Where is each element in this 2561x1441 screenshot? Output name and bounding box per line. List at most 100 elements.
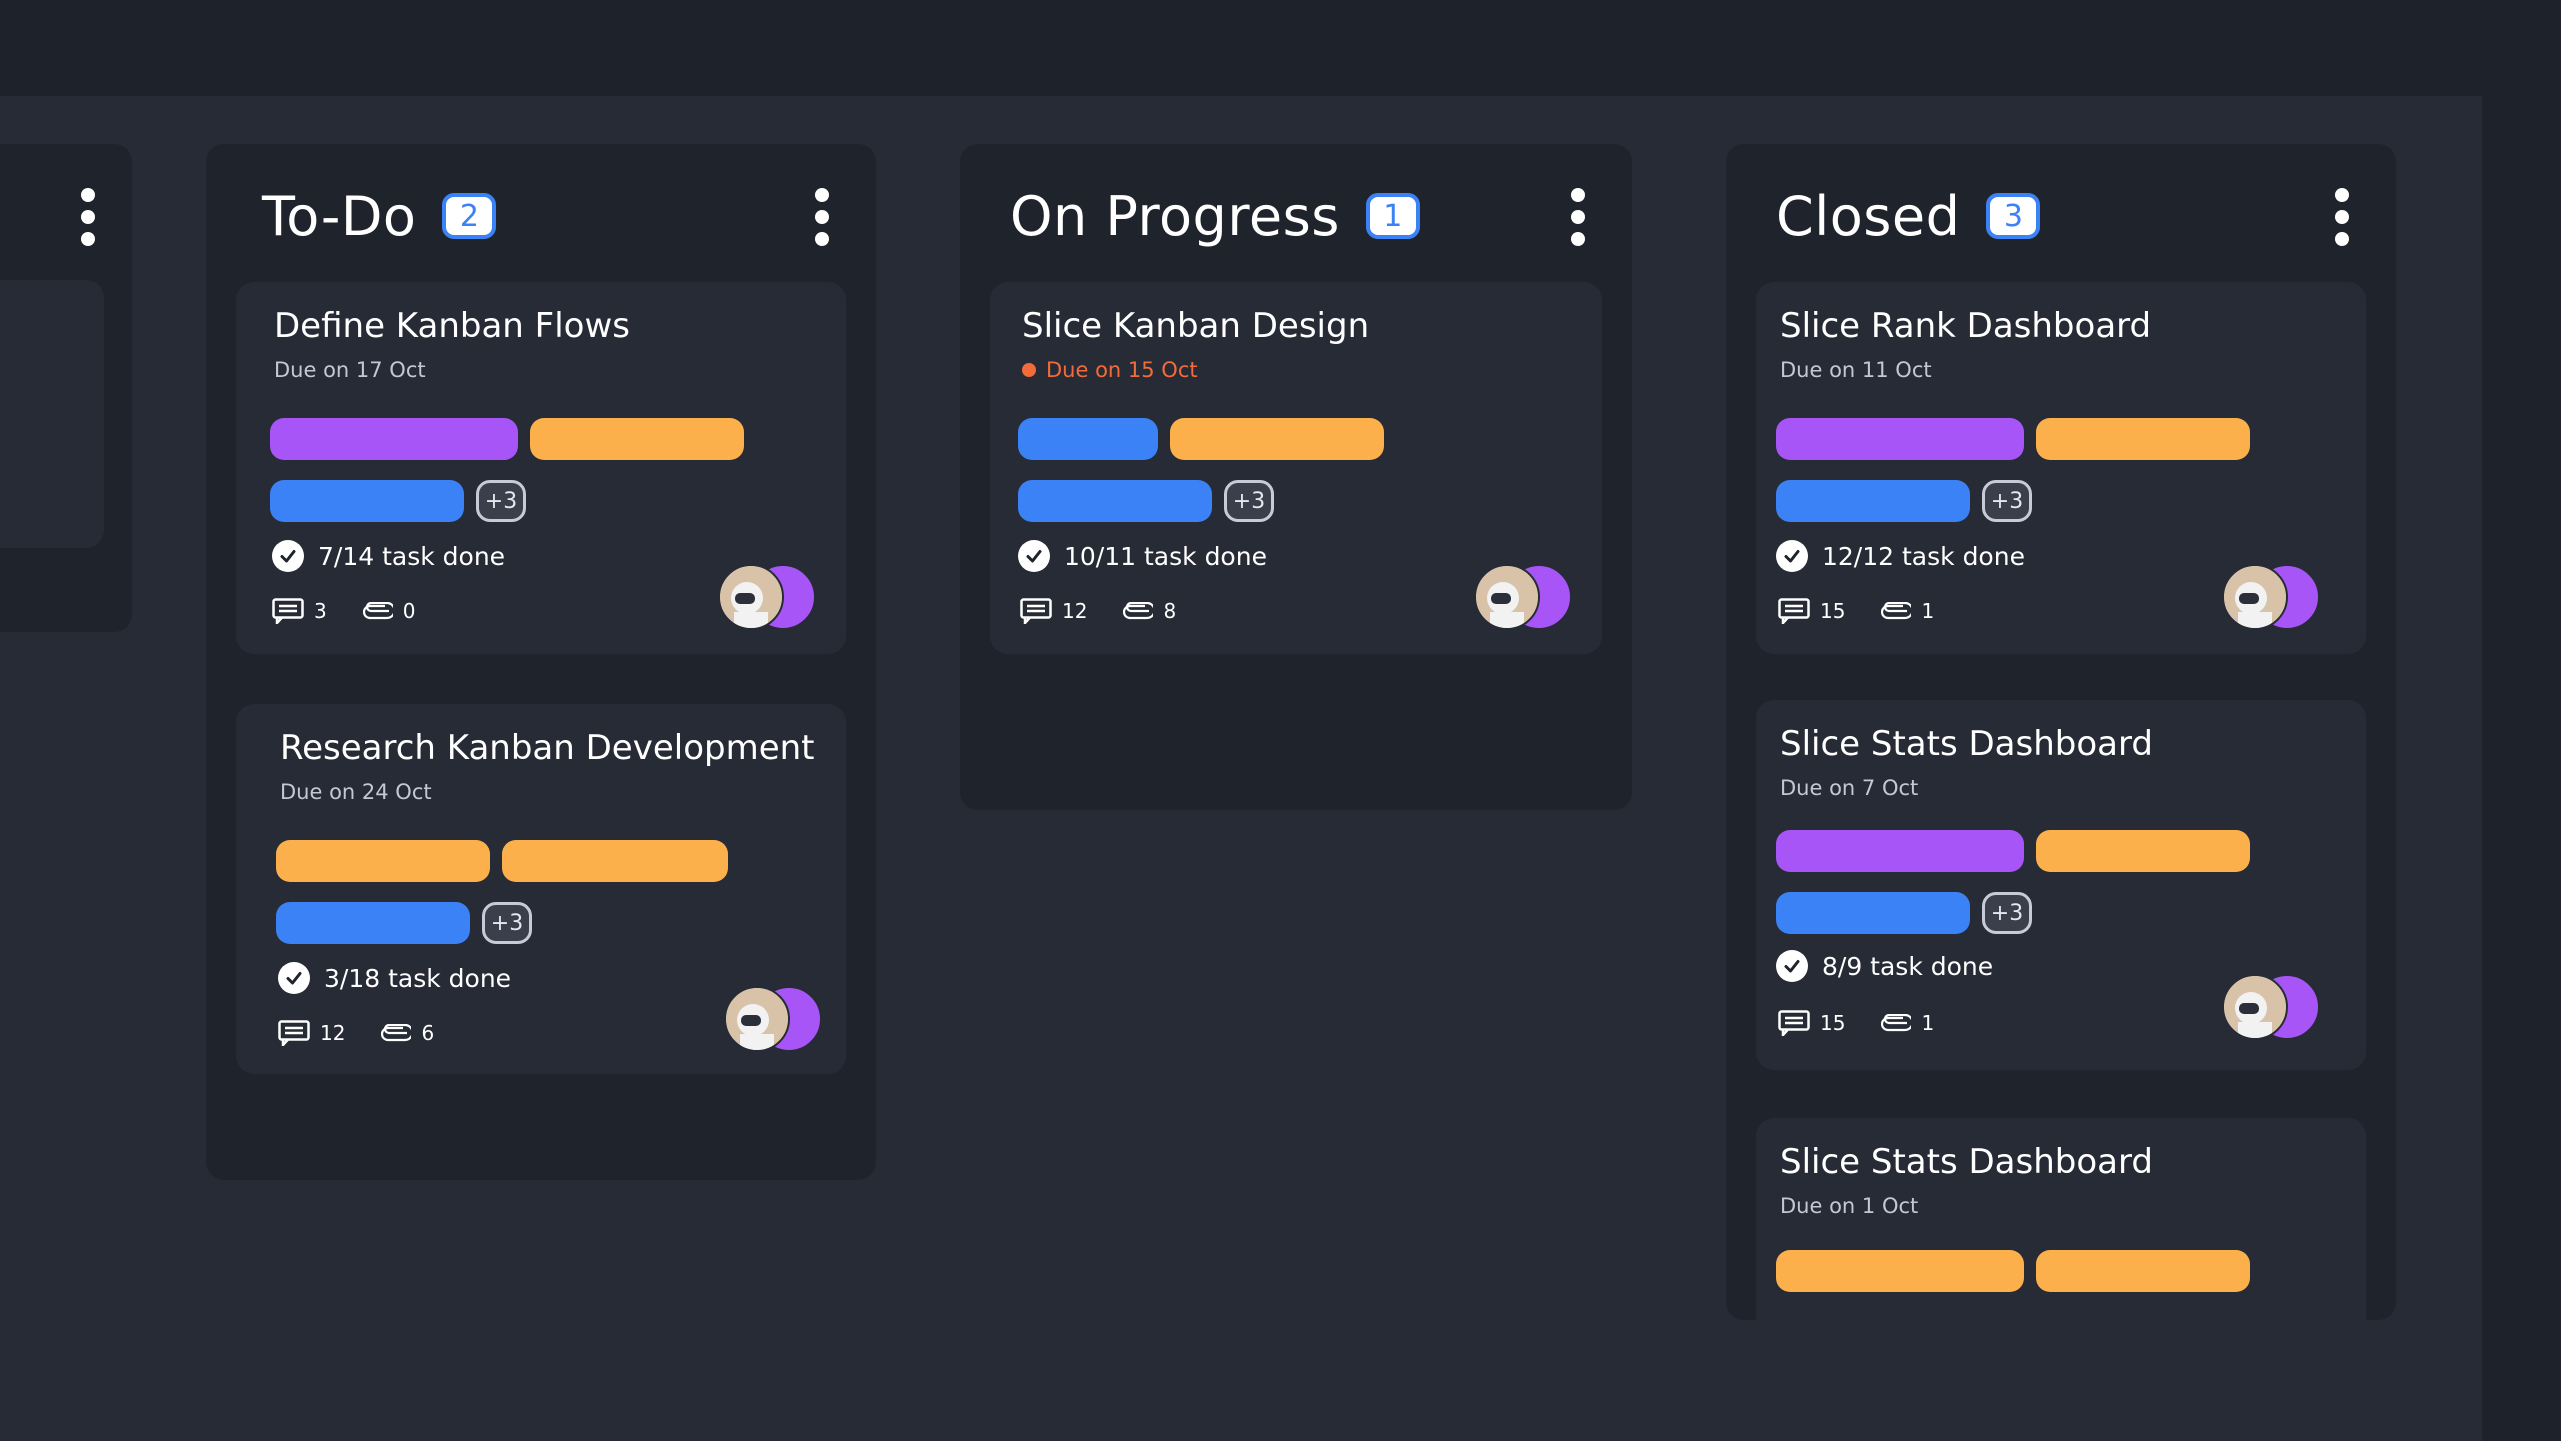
assignee-avatars[interactable] (718, 564, 816, 630)
card-due-date: Due on 1 Oct (1780, 1194, 1919, 1218)
card-due-date: Due on 24 Oct (280, 780, 432, 804)
card-due-date: Due on 17 Oct (274, 358, 426, 382)
attachment-count: 1 (1921, 1011, 1935, 1035)
column-header: Closed 3 (1776, 144, 2366, 288)
card-due-date: Due on 7 Oct (1780, 776, 1919, 800)
tag-orange[interactable] (502, 840, 728, 882)
progress-label: 7/14 task done (318, 541, 506, 571)
assignee-avatars[interactable] (2222, 974, 2320, 1040)
column-on-progress: On Progress 1 Slice Kanban Design Due on… (960, 144, 1632, 810)
paperclip-icon[interactable] (1881, 1014, 1912, 1032)
card-due-date: Due on 15 Oct (1022, 358, 1198, 382)
attachment-count: 1 (1921, 599, 1935, 623)
task-card[interactable]: Define Kanban Flows Due on 17 Oct +3 7/1… (236, 282, 846, 654)
column-title: Closed (1776, 184, 1961, 248)
assignee-avatars[interactable] (724, 986, 822, 1052)
tag-orange[interactable] (1776, 1250, 2024, 1292)
progress-label: 8/9 task done (1822, 951, 1994, 981)
column-menu-icon[interactable] (2332, 188, 2352, 246)
avatar[interactable] (1474, 564, 1540, 630)
comment-icon[interactable] (1778, 1010, 1810, 1036)
card-title: Slice Kanban Design (1022, 306, 1370, 346)
column-count-badge: 3 (1986, 193, 2041, 239)
tag-blue[interactable] (1018, 480, 1212, 522)
more-tags-chip[interactable]: +3 (1982, 480, 2032, 522)
tag-orange[interactable] (2036, 418, 2250, 460)
tag-orange[interactable] (2036, 830, 2250, 872)
card-meta: 12 6 (278, 1020, 434, 1046)
attachment-count: 8 (1163, 599, 1177, 623)
progress-label: 12/12 task done (1822, 541, 2025, 571)
column-menu-icon[interactable] (812, 188, 832, 246)
column-count-badge: 1 (1365, 193, 1420, 239)
overdue-dot-icon (1022, 363, 1036, 377)
progress-label: 10/11 task done (1064, 541, 1267, 571)
task-progress: 10/11 task done (1018, 540, 1267, 572)
more-tags-chip[interactable]: +3 (476, 480, 526, 522)
card-title: Slice Stats Dashboard (1780, 1142, 2153, 1182)
avatar[interactable] (2222, 564, 2288, 630)
card-title: Research Kanban Development (280, 728, 815, 768)
task-progress: 8/9 task done (1776, 950, 1993, 982)
tag-blue[interactable] (1018, 418, 1158, 460)
column-header: To-Do 2 (262, 144, 846, 288)
more-tags-chip[interactable]: +3 (1224, 480, 1274, 522)
card-partial[interactable] (0, 280, 104, 548)
tag-orange[interactable] (530, 418, 744, 460)
task-progress: 7/14 task done (272, 540, 505, 572)
comment-count: 15 (1820, 1011, 1846, 1035)
tag-purple[interactable] (1776, 418, 2024, 460)
check-circle-icon (1776, 540, 1808, 572)
column-closed: Closed 3 Slice Rank Dashboard Due on 11 … (1726, 144, 2396, 1320)
card-title: Slice Stats Dashboard (1780, 724, 2153, 764)
kanban-board: To-Do 2 Define Kanban Flows Due on 17 Oc… (0, 96, 2482, 1441)
paperclip-icon[interactable] (1881, 602, 1912, 620)
more-tags-chip[interactable]: +3 (482, 902, 532, 944)
tag-blue[interactable] (1776, 892, 1970, 934)
comment-count: 12 (320, 1021, 346, 1045)
task-card[interactable]: Slice Stats Dashboard Due on 7 Oct +3 8/… (1756, 700, 2366, 1070)
avatar[interactable] (2222, 974, 2288, 1040)
task-card[interactable]: Slice Stats Dashboard Due on 1 Oct (1756, 1118, 2366, 1320)
assignee-avatars[interactable] (1474, 564, 1572, 630)
card-meta: 15 1 (1778, 598, 1934, 624)
card-meta: 3 0 (272, 598, 415, 624)
paperclip-icon[interactable] (362, 602, 393, 620)
tag-blue[interactable] (276, 902, 470, 944)
comment-icon[interactable] (272, 598, 304, 624)
avatar[interactable] (718, 564, 784, 630)
paperclip-icon[interactable] (381, 1024, 412, 1042)
tag-blue[interactable] (270, 480, 464, 522)
comment-icon[interactable] (278, 1020, 310, 1046)
comment-count: 15 (1820, 599, 1846, 623)
card-due-date: Due on 11 Oct (1780, 358, 1932, 382)
column-todo: To-Do 2 Define Kanban Flows Due on 17 Oc… (206, 144, 876, 1180)
task-card[interactable]: Slice Kanban Design Due on 15 Oct +3 10/… (990, 282, 1602, 654)
progress-label: 3/18 task done (324, 963, 512, 993)
avatar[interactable] (724, 986, 790, 1052)
card-title: Define Kanban Flows (274, 306, 630, 346)
column-count-badge: 2 (442, 193, 497, 239)
tag-orange[interactable] (276, 840, 490, 882)
comment-icon[interactable] (1020, 598, 1052, 624)
assignee-avatars[interactable] (2222, 564, 2320, 630)
tag-blue[interactable] (1776, 480, 1970, 522)
tag-orange[interactable] (2036, 1250, 2250, 1292)
tag-orange[interactable] (1170, 418, 1384, 460)
check-circle-icon (1018, 540, 1050, 572)
task-progress: 3/18 task done (278, 962, 511, 994)
column-menu-icon[interactable] (78, 188, 98, 246)
paperclip-icon[interactable] (1123, 602, 1154, 620)
column-title: On Progress (1010, 184, 1340, 248)
attachment-count: 0 (402, 599, 416, 623)
attachment-count: 6 (421, 1021, 435, 1045)
more-tags-chip[interactable]: +3 (1982, 892, 2032, 934)
task-card[interactable]: Slice Rank Dashboard Due on 11 Oct +3 12… (1756, 282, 2366, 654)
task-card[interactable]: Research Kanban Development Due on 24 Oc… (236, 704, 846, 1074)
column-menu-icon[interactable] (1568, 188, 1588, 246)
tag-purple[interactable] (1776, 830, 2024, 872)
column-partial (0, 144, 132, 632)
card-meta: 12 8 (1020, 598, 1176, 624)
comment-icon[interactable] (1778, 598, 1810, 624)
tag-purple[interactable] (270, 418, 518, 460)
